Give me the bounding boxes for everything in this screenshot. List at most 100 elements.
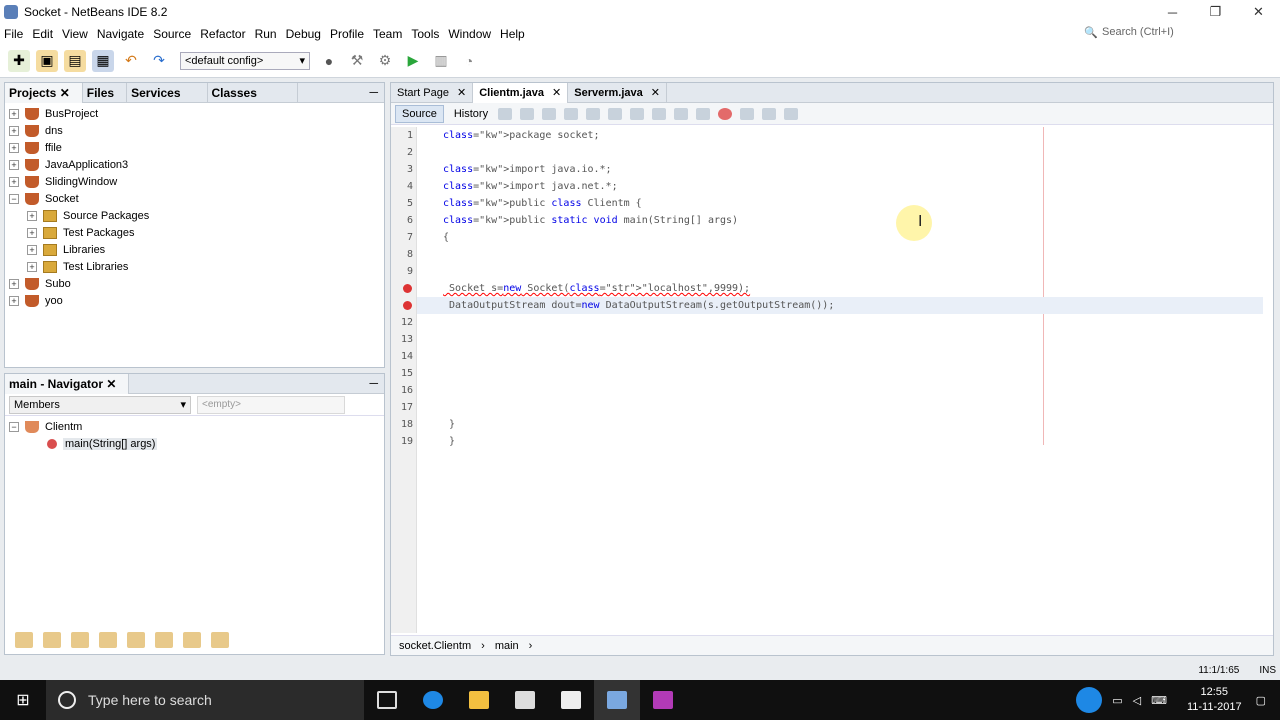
- caret-position[interactable]: 11:1/1:65: [1198, 665, 1239, 676]
- shift-right-icon[interactable]: [696, 107, 711, 120]
- menu-edit[interactable]: Edit: [32, 27, 53, 41]
- filter-icon[interactable]: [127, 632, 145, 648]
- back-icon[interactable]: [498, 107, 513, 120]
- expand-icon[interactable]: +: [9, 278, 19, 289]
- expand-icon[interactable]: +: [9, 108, 19, 119]
- next-bookmark-icon[interactable]: [652, 107, 667, 120]
- close-icon[interactable]: ✕: [457, 86, 466, 99]
- edge-icon[interactable]: [410, 680, 456, 720]
- expand-icon[interactable]: +: [9, 176, 19, 187]
- source-mode-button[interactable]: Source: [395, 104, 444, 123]
- run-icon[interactable]: ▶: [402, 50, 424, 72]
- expand-icon[interactable]: +: [27, 244, 37, 255]
- windows-start-icon[interactable]: ⊞: [0, 680, 46, 720]
- config-select[interactable]: <default config> ▾: [180, 51, 310, 70]
- minimize-button[interactable]: ─: [1151, 0, 1194, 24]
- stop-macro-icon[interactable]: [740, 107, 755, 120]
- menu-window[interactable]: Window: [448, 27, 491, 41]
- find-prev-icon[interactable]: [564, 107, 579, 120]
- tree-item[interactable]: + Source Packages: [9, 207, 384, 224]
- volume-icon[interactable]: ◁: [1133, 694, 1141, 707]
- netbeans-taskbar-icon[interactable]: [594, 680, 640, 720]
- ide-search[interactable]: 🔍 Search (Ctrl+I): [1084, 23, 1272, 41]
- taskbar-search[interactable]: Type here to search: [46, 680, 364, 720]
- new-project-icon[interactable]: ▣: [36, 49, 58, 72]
- tab-start-page[interactable]: Start Page ✕: [391, 82, 474, 103]
- new-file-icon[interactable]: ✚: [8, 49, 30, 72]
- taskbar-search-input[interactable]: Type here to search: [88, 692, 212, 708]
- tree-item[interactable]: − Clientm: [9, 418, 384, 435]
- expand-icon[interactable]: +: [27, 227, 37, 238]
- keyboard-icon[interactable]: ⌨: [1151, 694, 1167, 707]
- error-bulb-icon[interactable]: [403, 301, 412, 310]
- expand-icon[interactable]: +: [9, 142, 19, 153]
- record-macro-icon[interactable]: [718, 107, 733, 120]
- tab-navigator[interactable]: main - Navigator ✕: [5, 373, 130, 394]
- expand-icon[interactable]: +: [9, 159, 19, 170]
- tree-item[interactable]: − Socket: [9, 190, 384, 207]
- menu-debug[interactable]: Debug: [286, 27, 321, 41]
- tab-classes[interactable]: Classes: [208, 82, 298, 103]
- filter-icon[interactable]: [99, 632, 117, 648]
- close-icon[interactable]: ✕: [552, 86, 561, 99]
- search-input[interactable]: Search (Ctrl+I): [1102, 26, 1174, 38]
- restore-button[interactable]: ❐: [1194, 0, 1237, 24]
- store-icon[interactable]: [502, 680, 548, 720]
- screen-recorder-icon[interactable]: [640, 680, 686, 720]
- expand-icon[interactable]: +: [9, 125, 19, 136]
- redo-icon[interactable]: ↷: [148, 50, 170, 72]
- open-project-icon[interactable]: ▤: [64, 49, 86, 72]
- close-button[interactable]: ✕: [1237, 0, 1280, 24]
- filter-input[interactable]: <empty>: [197, 395, 345, 414]
- menu-tools[interactable]: Tools: [411, 27, 439, 41]
- menu-help[interactable]: Help: [500, 27, 525, 41]
- menu-source[interactable]: Source: [153, 27, 191, 41]
- expand-icon[interactable]: +: [27, 261, 37, 272]
- menu-file[interactable]: File: [4, 27, 23, 41]
- menu-view[interactable]: View: [62, 27, 88, 41]
- code-area[interactable]: 1 class="kw">package socket; 2 3 class="kw…: [401, 127, 1263, 633]
- tree-item[interactable]: + Test Libraries: [9, 258, 384, 275]
- expand-icon[interactable]: +: [27, 210, 37, 221]
- uncomment-icon[interactable]: [784, 107, 799, 120]
- help-icon[interactable]: [1076, 687, 1103, 713]
- tree-item[interactable]: + dns: [9, 122, 384, 139]
- filter-icon[interactable]: [43, 632, 61, 648]
- find-icon[interactable]: [542, 107, 557, 120]
- filter-icon[interactable]: [15, 632, 33, 648]
- build-hammer-icon[interactable]: ⚒: [346, 50, 368, 72]
- tree-item[interactable]: + Subo: [9, 275, 384, 292]
- comment-icon[interactable]: [762, 107, 777, 120]
- breadcrumb-method[interactable]: main: [495, 640, 519, 652]
- filter-icon[interactable]: [183, 632, 201, 648]
- bookmark-icon[interactable]: [630, 107, 645, 120]
- tab-clientm[interactable]: Clientm.java ✕: [473, 82, 569, 103]
- undo-icon[interactable]: ↶: [120, 50, 142, 72]
- tree-item[interactable]: main(String[] args): [9, 435, 384, 452]
- menu-refactor[interactable]: Refactor: [200, 27, 245, 41]
- history-mode-button[interactable]: History: [448, 106, 494, 122]
- error-bulb-icon[interactable]: [403, 284, 412, 293]
- globe-icon[interactable]: ●: [318, 50, 340, 72]
- mail-icon[interactable]: [548, 680, 594, 720]
- battery-icon[interactable]: ▭: [1112, 694, 1122, 707]
- toggle-highlight-icon[interactable]: [608, 107, 623, 120]
- tree-item[interactable]: + Test Packages: [9, 224, 384, 241]
- menu-profile[interactable]: Profile: [330, 27, 364, 41]
- menu-run[interactable]: Run: [255, 27, 277, 41]
- tree-item[interactable]: + Libraries: [9, 241, 384, 258]
- menu-navigate[interactable]: Navigate: [97, 27, 144, 41]
- debug-icon[interactable]: ▥: [430, 50, 452, 72]
- tab-serverm[interactable]: Serverm.java ✕: [568, 82, 667, 103]
- minimize-panel-icon[interactable]: ─: [369, 376, 378, 390]
- tab-files[interactable]: Files: [83, 82, 128, 103]
- filter-icon[interactable]: [71, 632, 89, 648]
- profile-icon[interactable]: ◔: [458, 50, 480, 72]
- clean-build-icon[interactable]: ⚙: [374, 50, 396, 72]
- tree-item[interactable]: + BusProject: [9, 105, 384, 122]
- expand-icon[interactable]: +: [9, 295, 19, 306]
- breadcrumb-class[interactable]: socket.Clientm: [399, 640, 471, 652]
- file-explorer-icon[interactable]: [456, 680, 502, 720]
- tab-services[interactable]: Services: [127, 82, 208, 103]
- tree-item[interactable]: + SlidingWindow: [9, 173, 384, 190]
